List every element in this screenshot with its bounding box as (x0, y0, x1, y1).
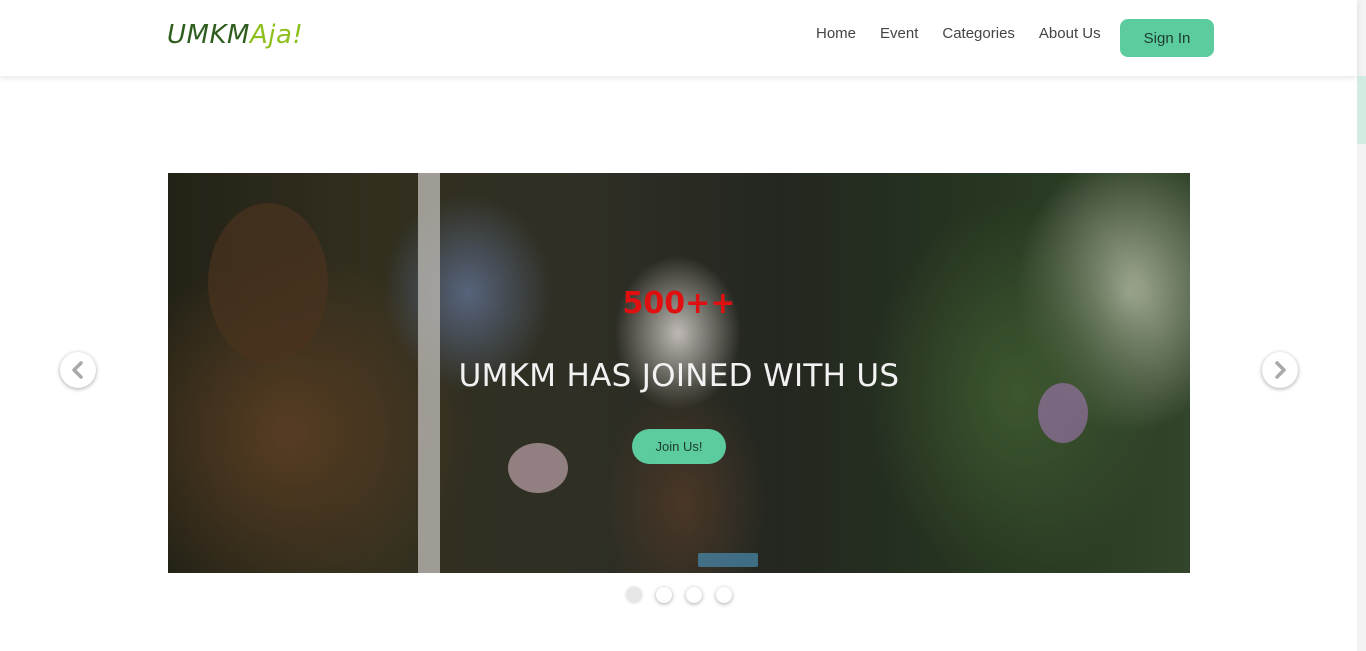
carousel-dot-4[interactable] (716, 587, 732, 603)
carousel-indicators (626, 587, 732, 603)
nav-link-about-us[interactable]: About Us (1039, 25, 1101, 42)
carousel-prev-button[interactable] (60, 352, 96, 388)
nav-link-categories[interactable]: Categories (942, 25, 1015, 42)
carousel-dot-3[interactable] (686, 587, 702, 603)
carousel-dot-2[interactable] (656, 587, 672, 603)
carousel-next-button[interactable] (1262, 352, 1298, 388)
hero-carousel: 500++ UMKM HAS JOINED WITH US Join Us! (168, 173, 1190, 573)
top-navbar: UMKMAja! Home Event Categories About Us … (0, 0, 1357, 76)
slide-title: UMKM HAS JOINED WITH US (458, 358, 900, 394)
nav-link-event[interactable]: Event (880, 25, 918, 42)
nav-link-home[interactable]: Home (816, 25, 856, 42)
logo-part-umkm: UMKM (167, 20, 250, 50)
join-us-button[interactable]: Join Us! (632, 429, 726, 464)
chevron-right-icon (1275, 361, 1286, 379)
slide-count-text: 500++ (622, 286, 736, 321)
main-nav: Home Event Categories About Us (816, 25, 1101, 42)
carousel-dot-1[interactable] (626, 587, 642, 603)
brand-logo[interactable]: UMKMAja! (167, 20, 303, 50)
scrollbar-thumb[interactable] (1357, 76, 1366, 144)
logo-part-aja: Aja! (249, 20, 304, 50)
chevron-left-icon (72, 361, 83, 379)
sign-in-button[interactable]: Sign In (1120, 19, 1214, 57)
page-scrollbar[interactable] (1357, 0, 1366, 651)
